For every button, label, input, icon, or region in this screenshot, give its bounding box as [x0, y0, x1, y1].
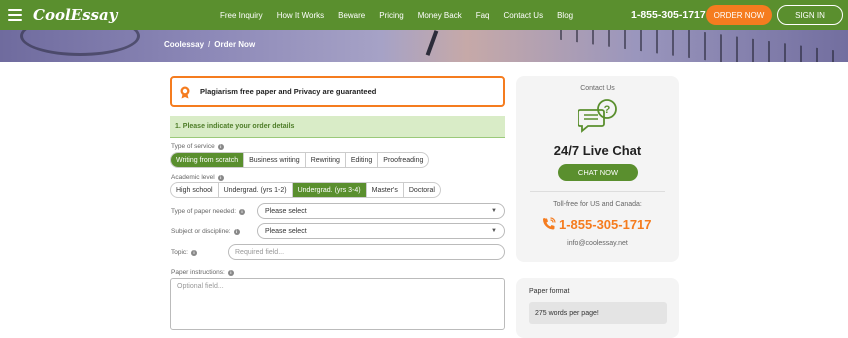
logo[interactable]: CoolEssay	[33, 6, 117, 24]
service-option-writing[interactable]: Writing from scratch	[171, 153, 245, 167]
chevron-down-icon: ▼	[491, 208, 497, 214]
breadcrumb: Coolessay / Order Now	[164, 40, 255, 49]
instructions-label-text: Paper instructions:	[171, 269, 225, 276]
paper-type-select[interactable]: Please select ▼	[257, 203, 505, 219]
service-option-business[interactable]: Business writing	[244, 153, 306, 167]
paper-format-title: Paper format	[529, 288, 570, 295]
subject-label-text: Subject or discipline:	[171, 228, 231, 235]
paper-type-label-text: Type of paper needed:	[171, 208, 237, 215]
contact-phone-number: 1-855-305-1717	[559, 216, 652, 232]
nav-link-contact-us[interactable]: Contact Us	[504, 11, 544, 20]
nav-link-how-it-works[interactable]: How It Works	[277, 11, 324, 20]
topic-label-text: Topic:	[171, 249, 188, 256]
live-chat-heading: 24/7 Live Chat	[553, 143, 642, 158]
sign-in-button[interactable]: SIGN IN	[777, 5, 843, 25]
topic-label: Topic: i	[171, 249, 197, 256]
contact-email[interactable]: info@coolessay.net	[516, 240, 679, 247]
paper-format-value: 275 words per page!	[529, 302, 667, 324]
academic-option-high-school[interactable]: High school	[171, 183, 219, 197]
guarantee-notice: Plagiarism free paper and Privacy are gu…	[170, 76, 505, 107]
info-icon[interactable]: i	[233, 228, 240, 235]
section-title: 1. Please indicate your order details	[170, 116, 505, 138]
subject-value: Please select	[265, 227, 307, 235]
service-option-rewriting[interactable]: Rewriting	[306, 153, 346, 167]
instructions-placeholder: Optional field...	[177, 283, 224, 290]
svg-text:?: ?	[604, 104, 611, 116]
service-option-proofreading[interactable]: Proofreading	[378, 153, 428, 167]
topic-placeholder: Required field...	[235, 248, 285, 256]
order-now-button[interactable]: ORDER NOW	[706, 5, 772, 25]
contact-phone[interactable]: 1-855-305-1717	[542, 215, 652, 233]
breadcrumb-current: Order Now	[214, 40, 256, 49]
nav-link-faq[interactable]: Faq	[476, 11, 490, 20]
divider	[530, 191, 665, 192]
academic-label: Academic level i	[171, 174, 224, 181]
academic-option-undergrad-3-4[interactable]: Undergrad. (yrs 3-4)	[292, 183, 367, 197]
academic-option-doctoral[interactable]: Doctoral	[404, 183, 440, 197]
paper-type-value: Please select	[265, 207, 307, 215]
info-icon[interactable]: i	[227, 269, 234, 276]
info-icon[interactable]: i	[239, 208, 246, 215]
subject-label: Subject or discipline: i	[171, 228, 240, 235]
info-icon[interactable]: i	[190, 249, 197, 256]
academic-option-undergrad-1-2[interactable]: Undergrad. (yrs 1-2)	[219, 183, 293, 197]
chevron-down-icon: ▼	[491, 228, 497, 234]
paper-type-label: Type of paper needed: i	[171, 208, 246, 215]
service-label: Type of service i	[171, 143, 224, 150]
service-option-editing[interactable]: Editing	[346, 153, 379, 167]
hero-banner	[0, 30, 848, 62]
academic-option-masters[interactable]: Master's	[367, 183, 404, 197]
academic-selector: High school Undergrad. (yrs 1-2) Undergr…	[170, 182, 441, 198]
contact-card-title: Contact Us	[580, 85, 615, 92]
banner-glasses-image	[20, 30, 140, 56]
instructions-textarea[interactable]: Optional field...	[170, 278, 505, 330]
service-label-text: Type of service	[171, 143, 215, 150]
breadcrumb-separator: /	[208, 40, 211, 49]
banner-notebook-image	[560, 30, 848, 62]
nav-link-free-inquiry[interactable]: Free Inquiry	[220, 11, 263, 20]
academic-label-text: Academic level	[171, 174, 215, 181]
guarantee-text: Plagiarism free paper and Privacy are gu…	[200, 87, 377, 96]
breadcrumb-home[interactable]: Coolessay	[164, 40, 204, 49]
chat-now-button[interactable]: CHAT NOW	[558, 164, 638, 181]
award-icon	[180, 86, 190, 98]
info-icon[interactable]: i	[217, 143, 224, 150]
topic-input[interactable]: Required field...	[228, 244, 505, 260]
nav-link-beware[interactable]: Beware	[338, 11, 365, 20]
subject-select[interactable]: Please select ▼	[257, 223, 505, 239]
menu-icon[interactable]	[8, 9, 22, 21]
paper-format-card: Paper format 275 words per page!	[516, 278, 679, 338]
top-nav: CoolEssay Free Inquiry How It Works Bewa…	[0, 0, 848, 30]
nav-link-pricing[interactable]: Pricing	[379, 11, 403, 20]
phone-icon	[543, 217, 556, 230]
banner-pen-image	[425, 30, 439, 56]
nav-link-blog[interactable]: Blog	[557, 11, 573, 20]
tollfree-label: Toll-free for US and Canada:	[553, 201, 642, 208]
contact-card: Contact Us ? 24/7 Live Chat CHAT NOW Tol…	[516, 76, 679, 262]
nav-link-money-back[interactable]: Money Back	[418, 11, 462, 20]
info-icon[interactable]: i	[217, 174, 224, 181]
header-phone[interactable]: 1-855-305-1717	[631, 9, 706, 21]
service-selector: Writing from scratch Business writing Re…	[170, 152, 430, 168]
instructions-label: Paper instructions: i	[171, 269, 234, 276]
main-menu: Free Inquiry How It Works Beware Pricing…	[220, 0, 587, 30]
chat-bubbles-icon: ?	[578, 99, 617, 133]
